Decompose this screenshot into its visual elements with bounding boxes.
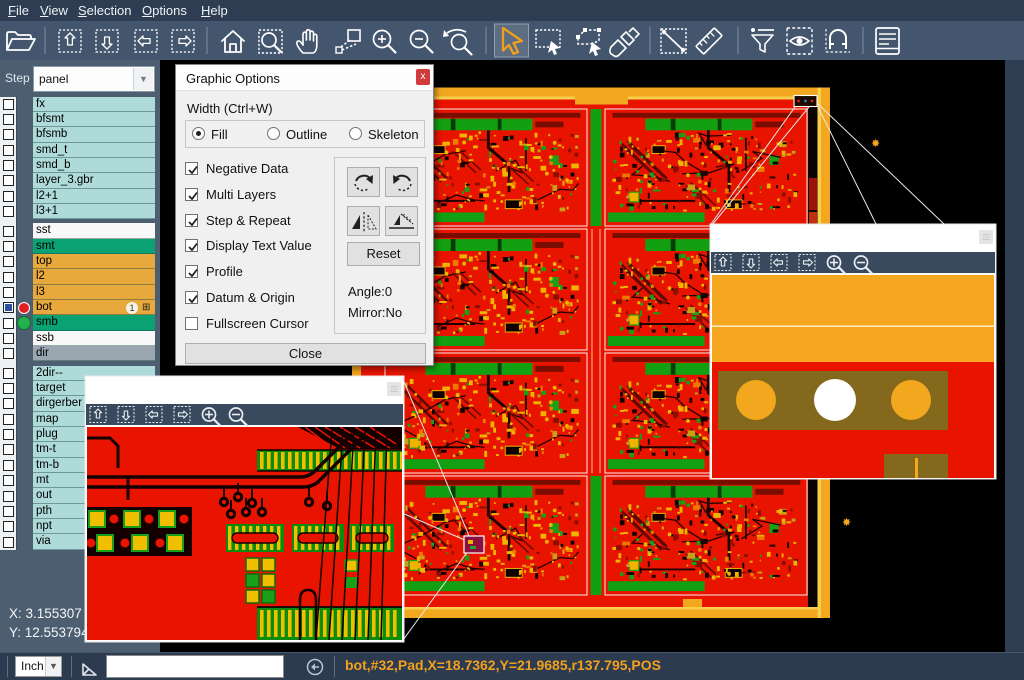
svg-text:✸: ✸ xyxy=(871,138,880,150)
svg-text:✸: ✸ xyxy=(842,517,851,529)
